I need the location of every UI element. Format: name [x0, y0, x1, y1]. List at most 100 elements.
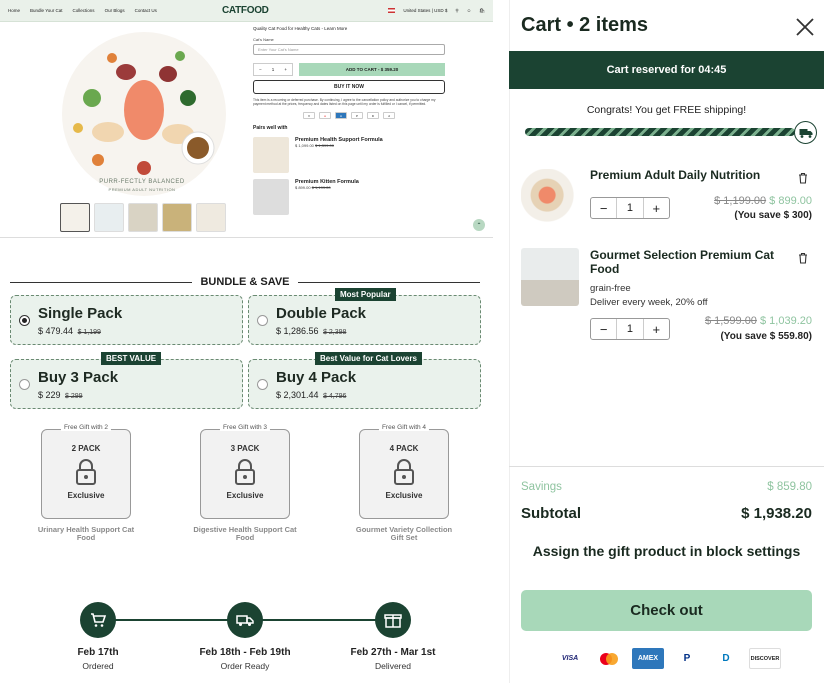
hero-tagline: PURR-FECTLY BALANCED — [99, 179, 185, 185]
decrease-button[interactable]: − — [591, 201, 616, 216]
pairs-item-price: $ 1,099.00 $ 1,399.00 — [295, 143, 334, 149]
pack-radio[interactable] — [19, 315, 30, 326]
drawer-border — [509, 0, 510, 683]
visa-icon: V — [303, 112, 315, 120]
lock-icon — [393, 459, 415, 485]
line-savings: (You save $ 300) — [734, 210, 812, 221]
variant-text: grain-free — [590, 283, 631, 294]
trash-icon[interactable] — [797, 251, 809, 264]
timeline-status: Delivered — [375, 661, 411, 671]
discover-icon: d — [383, 112, 395, 120]
bag-icon[interactable]: 🛍 — [479, 8, 485, 14]
pack-option-3[interactable]: BEST VALUE Buy 3 Pack $ 229 $ 299 — [10, 352, 243, 409]
gift-status: Exclusive — [67, 491, 105, 500]
hero-caption: PURR-FECTLY BALANCED PREMIUM ADULT NUTRI… — [92, 179, 192, 192]
payment-icons-row: V ● A P D d — [253, 112, 445, 120]
quantity-value[interactable]: 1 — [616, 319, 644, 339]
timeline-status: Ordered — [82, 661, 114, 671]
pairs-item-price: $ 899.00 $ 1,199.00 — [295, 185, 331, 191]
discover-icon: DISCOVER — [749, 648, 781, 669]
nav-link-blogs[interactable]: Our Blogs — [105, 8, 125, 13]
hero-image — [48, 28, 240, 200]
product-thumbnail[interactable] — [521, 248, 579, 306]
gift-status: Exclusive — [385, 491, 423, 500]
pack-option-4[interactable]: Best Value for Cat Lovers Buy 4 Pack $ 2… — [248, 352, 481, 409]
savings-value: $ 859.80 — [767, 481, 812, 493]
pack-name: Double Pack — [276, 305, 367, 322]
gift-tag: Free Gift with 3 — [219, 424, 271, 431]
quantity-stepper[interactable]: − 1 + — [590, 197, 670, 219]
top-nav: Home Bundle Your Cat Collections Our Blo… — [0, 0, 493, 22]
thumbnail[interactable] — [128, 203, 158, 232]
subscription-text: Deliver every week, 20% off — [590, 297, 708, 308]
product-thumbnail[interactable] — [521, 169, 579, 227]
pairs-item[interactable]: Premium Kitten Formula $ 899.00 $ 1,199.… — [253, 179, 445, 216]
checkout-button[interactable]: Check out — [521, 590, 812, 631]
increase-button[interactable]: + — [644, 322, 669, 337]
quantity-stepper[interactable]: −1 + — [253, 63, 293, 76]
trash-icon[interactable] — [797, 171, 809, 184]
close-icon[interactable] — [795, 17, 815, 37]
gift-pack-label: 3 PACK — [230, 444, 260, 453]
timeline-date: Feb 27th - Mar 1st — [350, 647, 436, 658]
account-icon[interactable]: ☺ — [467, 8, 472, 13]
thumbnail[interactable] — [162, 203, 192, 232]
product-name[interactable]: Premium Adult Daily Nutrition — [590, 168, 785, 182]
thumbnail[interactable] — [196, 203, 226, 232]
lock-icon — [75, 459, 97, 485]
thumbnail[interactable] — [60, 203, 90, 232]
locked-gift-card: Free Gift with 3 3 PACK Exclusive — [200, 424, 290, 519]
nav-link-bundle[interactable]: Bundle Your Cat — [30, 8, 63, 13]
pack-radio[interactable] — [257, 379, 268, 390]
pairs-item-image — [253, 179, 289, 216]
mastercard-icon — [593, 648, 625, 669]
pack-price: $ 2,301.44 $ 4,796 — [276, 390, 347, 400]
quantity-value[interactable]: 1 — [616, 198, 644, 218]
pairs-item[interactable]: Premium Health Support Formula $ 1,099.0… — [253, 137, 445, 174]
paypal-icon: P — [683, 653, 691, 664]
paypal-icon: P — [351, 112, 363, 120]
bundle-section: BUNDLE & SAVE Single Pack $ 479.44 $ 1,1… — [0, 238, 493, 683]
gift-name: Urinary Health Support Cat Food — [37, 525, 135, 542]
line-price: $ 1,599.00 $ 1,039.20 — [704, 315, 812, 327]
quantity-stepper[interactable]: − 1 + — [590, 318, 670, 340]
pack-radio[interactable] — [257, 315, 268, 326]
free-shipping-message: Congrats! You get FREE shipping! — [586, 104, 747, 116]
pack-option-single[interactable]: Single Pack $ 479.44 $ 1,199 — [10, 295, 243, 345]
pack-option-double[interactable]: Most Popular Double Pack $ 1,286.56 $ 2,… — [248, 288, 481, 345]
subtotal-label: Subtotal — [521, 505, 581, 522]
scroll-up-button[interactable]: ⌃ — [473, 219, 485, 231]
region-selector[interactable]: United States | USD $ — [403, 8, 447, 13]
decrease-button[interactable]: − — [591, 322, 616, 337]
nav-link-collections[interactable]: Collections — [73, 8, 95, 13]
cart-drawer: Cart • 2 items Cart reserved for 04:45 C… — [509, 0, 824, 683]
gift-icon — [375, 602, 411, 638]
storefront-page: Home Bundle Your Cat Collections Our Blo… — [0, 0, 493, 238]
bundle-title: BUNDLE & SAVE — [10, 276, 480, 288]
product-name[interactable]: Gourmet Selection Premium Cat Food — [590, 248, 785, 276]
pack-radio[interactable] — [19, 379, 30, 390]
store-logo[interactable]: CATFOOD — [222, 5, 269, 16]
cat-name-input[interactable]: Enter Your Cat's Name — [253, 44, 445, 55]
buy-now-button[interactable]: BUY IT NOW — [253, 80, 445, 94]
pack-ribbon: Best Value for Cat Lovers — [315, 352, 422, 365]
shipping-progress-bar — [525, 128, 795, 136]
increase-button[interactable]: + — [644, 201, 669, 216]
nav-link-contact[interactable]: Contact Us — [135, 8, 157, 13]
gift-name: Digestive Health Support Cat Food — [193, 525, 297, 542]
delivery-truck-icon — [794, 121, 817, 144]
cat-name-label: Cat's Name — [253, 37, 274, 42]
amex-icon: A — [335, 112, 347, 120]
line-savings: (You save $ 559.80) — [720, 331, 812, 342]
thumbnail[interactable] — [94, 203, 124, 232]
nav-link-home[interactable]: Home — [8, 8, 20, 13]
promo-link[interactable]: Quality Cat Food for Healthy Cats - Lear… — [253, 26, 445, 31]
gallery-thumbnails — [60, 203, 226, 232]
visa-icon: VISA — [561, 655, 579, 662]
locked-gift-card: Free Gift with 4 4 PACK Exclusive — [359, 424, 449, 519]
pack-name: Buy 4 Pack — [276, 369, 357, 386]
search-icon[interactable]: ⚲ — [455, 8, 458, 14]
product-info: Quality Cat Food for Healthy Cats - Lear… — [253, 26, 445, 216]
add-to-cart-button[interactable]: ADD TO CART - $ 359.20 — [299, 63, 445, 76]
cart-icon — [80, 602, 116, 638]
